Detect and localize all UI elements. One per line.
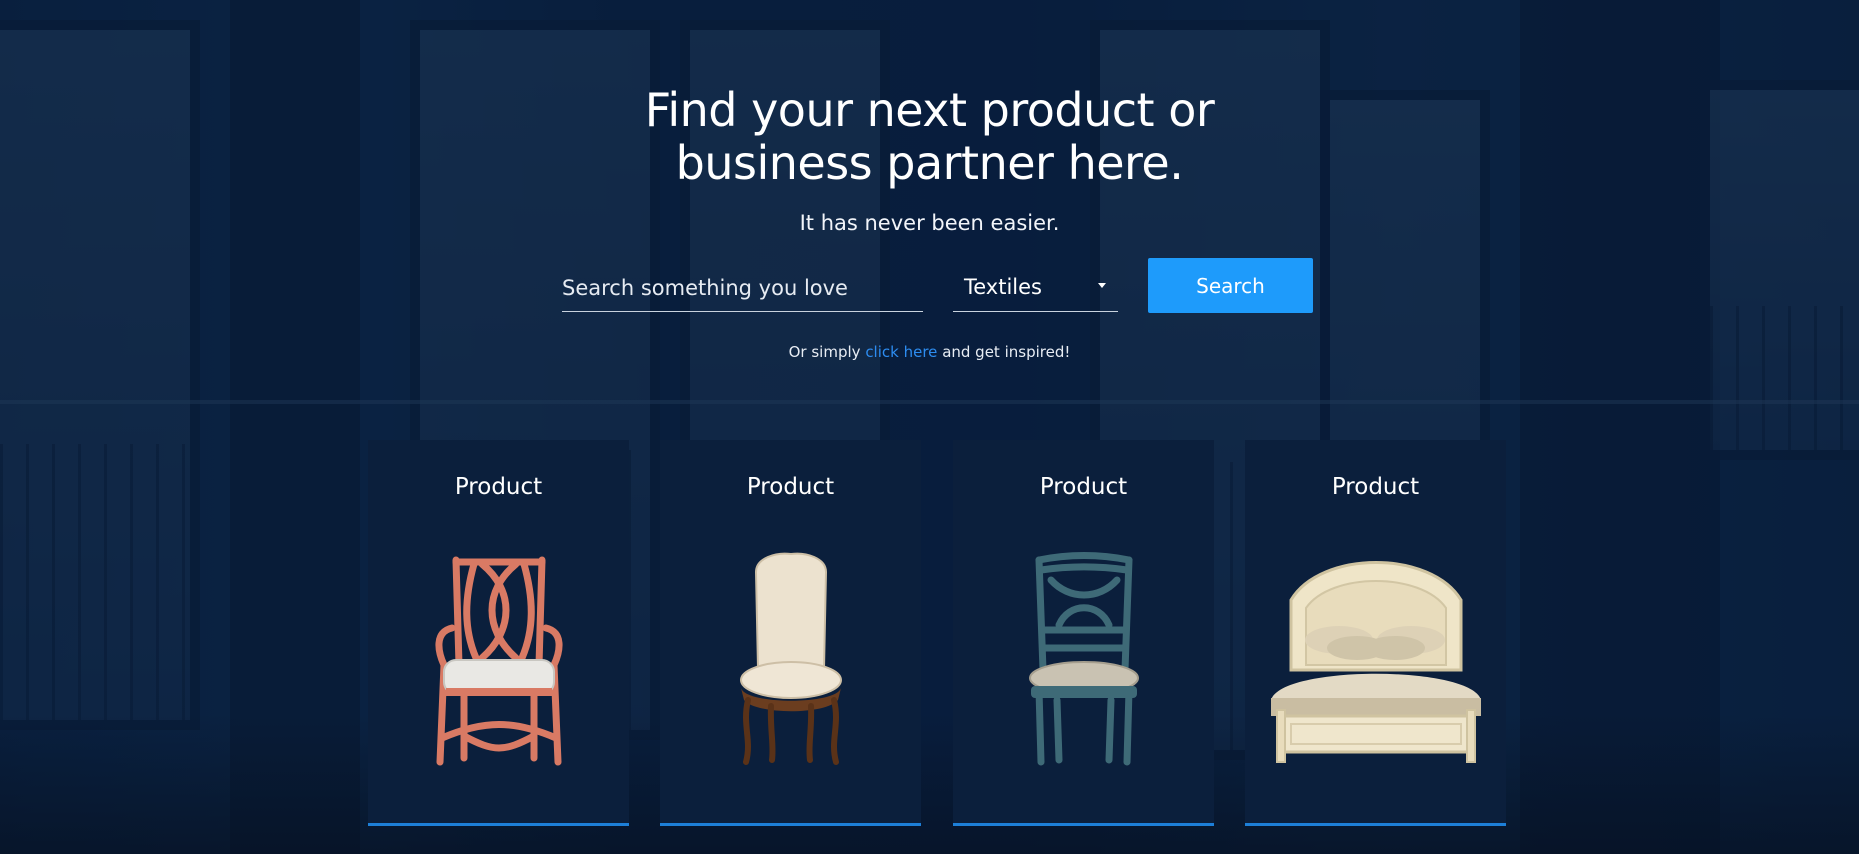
search-input[interactable] [562,264,923,312]
product-title: Product [746,474,835,500]
inspire-suffix: and get inspired! [942,343,1071,361]
bed-image [1245,540,1506,770]
product-title: Product [454,474,543,500]
inspire-prefix: Or simply [788,343,861,361]
product-card[interactable]: Product [368,440,629,826]
category-select[interactable]: Textiles [953,264,1118,312]
caret-down-icon [1098,283,1106,288]
product-list: Product Product Product Product [368,440,1508,854]
click-here-link[interactable]: click here [865,343,937,361]
page-title: Find your next product or business partn… [0,84,1859,190]
product-card[interactable]: Product [1245,440,1506,826]
inspire-text: Or simply click here and get inspired! [0,343,1859,361]
category-select-value: Textiles [964,275,1043,299]
headline-line-1: Find your next product or [644,83,1215,137]
dining-chair-image [953,540,1214,770]
armchair-image [368,540,629,770]
upholstered-chair-image [660,540,921,770]
product-title: Product [1331,474,1420,500]
product-card[interactable]: Product [953,440,1214,826]
product-card[interactable]: Product [660,440,921,826]
subtitle: It has never been easier. [799,211,1060,235]
search-button[interactable]: Search [1148,258,1313,313]
headline-line-2: business partner here. [675,136,1184,190]
product-title: Product [1039,474,1128,500]
